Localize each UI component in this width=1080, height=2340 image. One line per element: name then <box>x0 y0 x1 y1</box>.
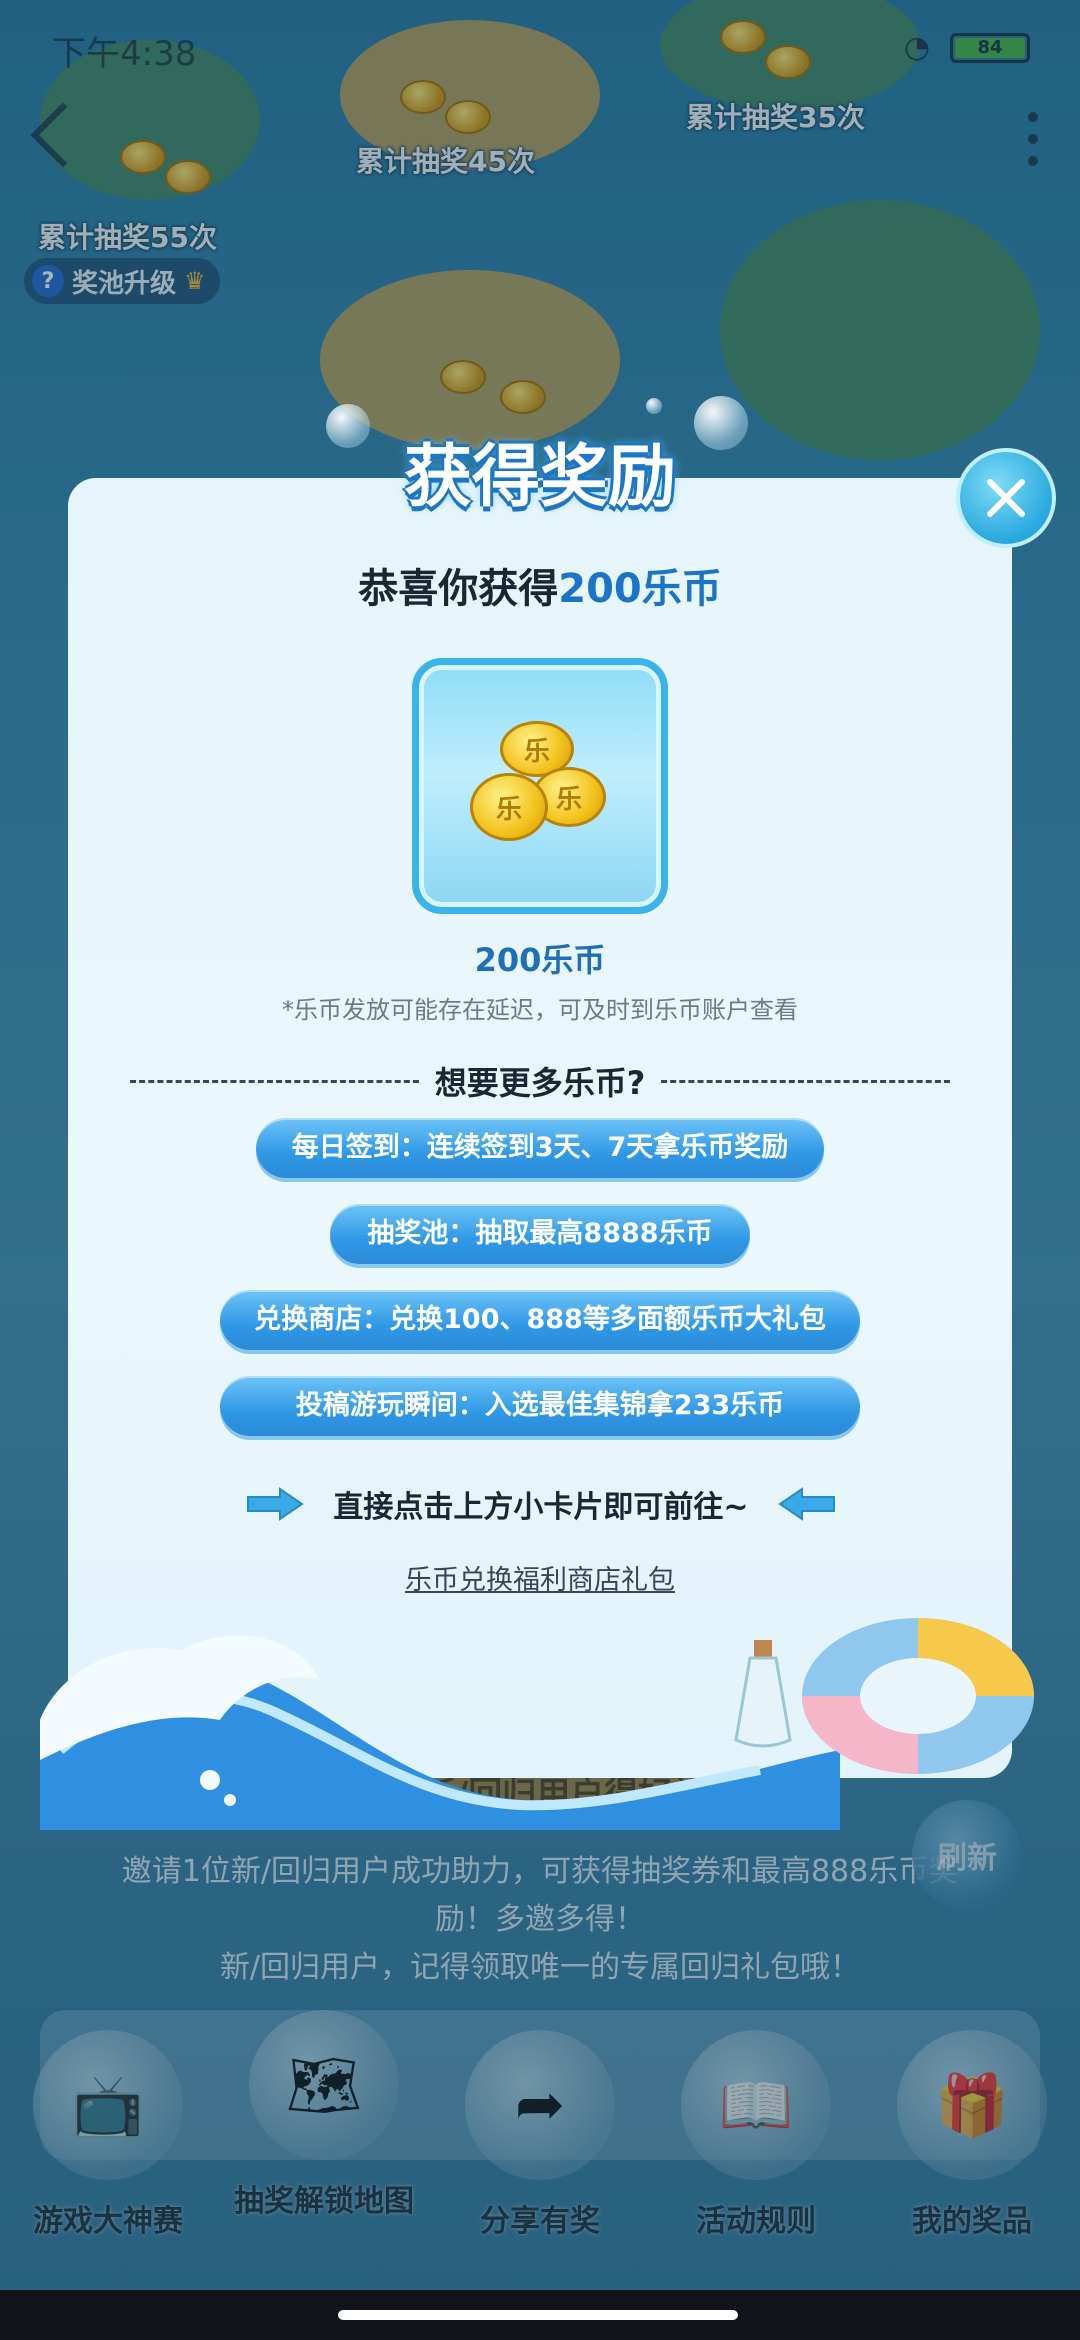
option-lottery-pool[interactable]: 抽奖池：抽取最高8888乐币 <box>330 1204 750 1264</box>
coins-icon: 乐 乐 乐 <box>470 721 610 851</box>
swim-ring-decoration <box>802 1618 1034 1774</box>
home-indicator[interactable] <box>338 2310 738 2320</box>
reward-card: 乐 乐 乐 <box>412 658 668 914</box>
option-daily-checkin[interactable]: 每日签到：连续签到3天、7天拿乐币奖励 <box>256 1118 824 1178</box>
congrats-text: 恭喜你获得200乐币 <box>68 556 1012 614</box>
bottle-decoration <box>734 1640 792 1748</box>
congrats-prefix: 恭喜你获得 <box>358 566 559 612</box>
modal-title: 获得奖励 <box>403 438 676 517</box>
close-button[interactable] <box>956 448 1056 548</box>
bubble-decoration <box>646 398 662 414</box>
more-coins-divider: 想要更多乐币? <box>130 1058 951 1104</box>
option-submit-moment[interactable]: 投稿游玩瞬间：入选最佳集锦拿233乐币 <box>220 1376 860 1436</box>
arrow-left-icon <box>778 1487 835 1521</box>
hint-text: 直接点击上方小卡片即可前往~ <box>333 1490 749 1525</box>
reward-note: *乐币发放可能存在延迟，可及时到乐币账户查看 <box>282 996 798 1024</box>
exchange-store-link[interactable]: 乐币兑换福利商店礼包 <box>68 1558 1012 1597</box>
congrats-amount: 200乐币 <box>558 566 722 612</box>
bubble-decoration <box>326 404 370 448</box>
reward-name: 200乐币 <box>474 941 606 979</box>
hint-row: 直接点击上方小卡片即可前往~ <box>246 1482 836 1526</box>
arrow-right-icon <box>247 1487 304 1521</box>
close-icon <box>987 479 1025 517</box>
more-coins-title: 想要更多乐币? <box>434 1064 646 1102</box>
option-exchange-store[interactable]: 兑换商店：兑换100、888等多面额乐币大礼包 <box>220 1290 860 1350</box>
